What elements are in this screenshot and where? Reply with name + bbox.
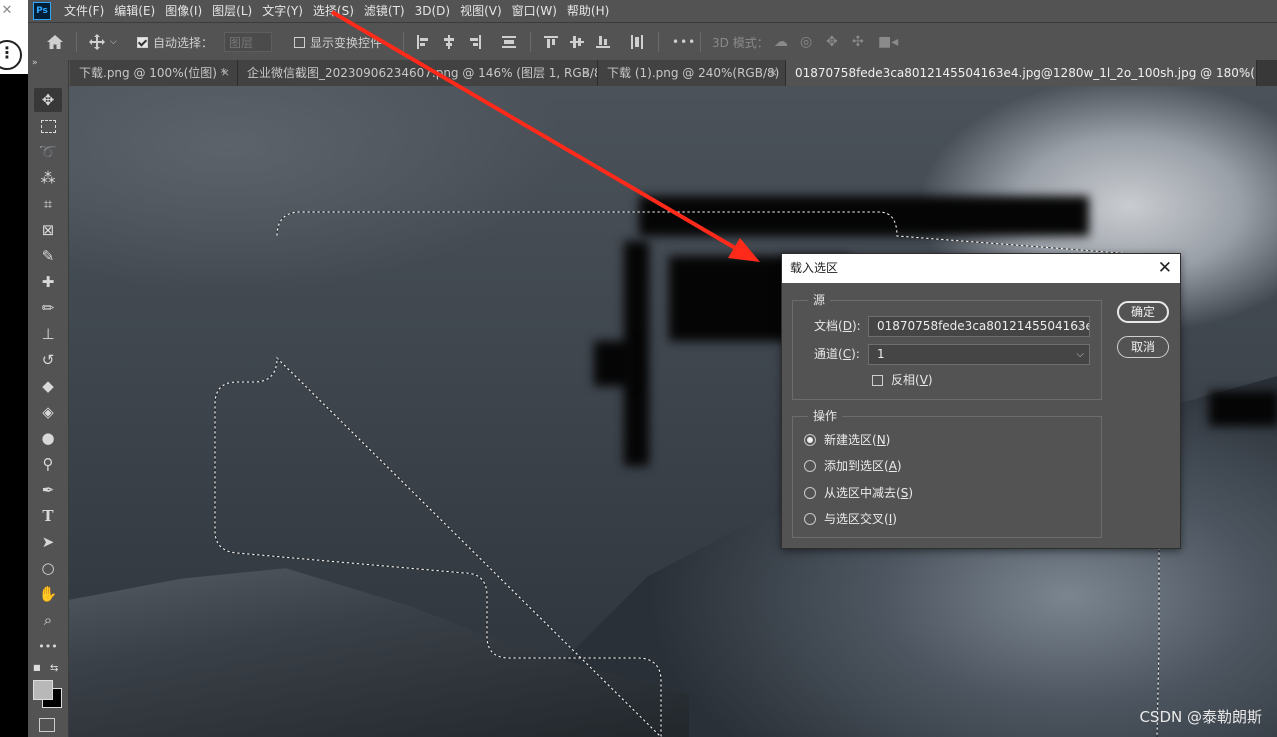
cancel-button[interactable]: 取消 (1117, 336, 1169, 358)
document-value: 01870758fede3ca8012145504163e... (877, 319, 1090, 333)
load-selection-dialog: 载入选区 ✕ 源 文档(D): 01870758fede3ca801214550… (781, 253, 1181, 549)
new-selection-radio[interactable] (804, 434, 816, 446)
subtract-from-selection-radio[interactable] (804, 487, 816, 499)
close-icon[interactable]: ✕ (1158, 254, 1172, 283)
invert-checkbox[interactable] (872, 375, 883, 386)
chevron-down-icon: ⌵ (1076, 349, 1084, 360)
channel-value: 1 (877, 347, 885, 361)
intersect-selection-radio[interactable] (804, 513, 816, 525)
document-select[interactable]: 01870758fede3ca8012145504163e... ⌵ (868, 316, 1090, 337)
channel-label: 通道(C): (814, 347, 860, 361)
subtract-from-selection-label: 从选区中减去(S) (824, 486, 913, 500)
operation-group-label: 操作 (808, 409, 843, 423)
document-label: 文档(D): (814, 319, 861, 333)
channel-select[interactable]: 1 ⌵ (868, 344, 1090, 365)
intersect-selection-label: 与选区交叉(I) (824, 512, 897, 526)
dialog-title: 载入选区 (790, 261, 839, 275)
dialog-title-bar[interactable]: 载入选区 ✕ (782, 254, 1180, 283)
ok-button[interactable]: 确定 (1117, 301, 1169, 323)
new-selection-label: 新建选区(N) (824, 433, 891, 447)
add-to-selection-label: 添加到选区(A) (824, 459, 902, 473)
source-group-label: 源 (808, 293, 831, 307)
chevron-down-icon: ⌵ (1076, 321, 1084, 332)
invert-label: 反相(V) (891, 373, 933, 387)
add-to-selection-radio[interactable] (804, 460, 816, 472)
